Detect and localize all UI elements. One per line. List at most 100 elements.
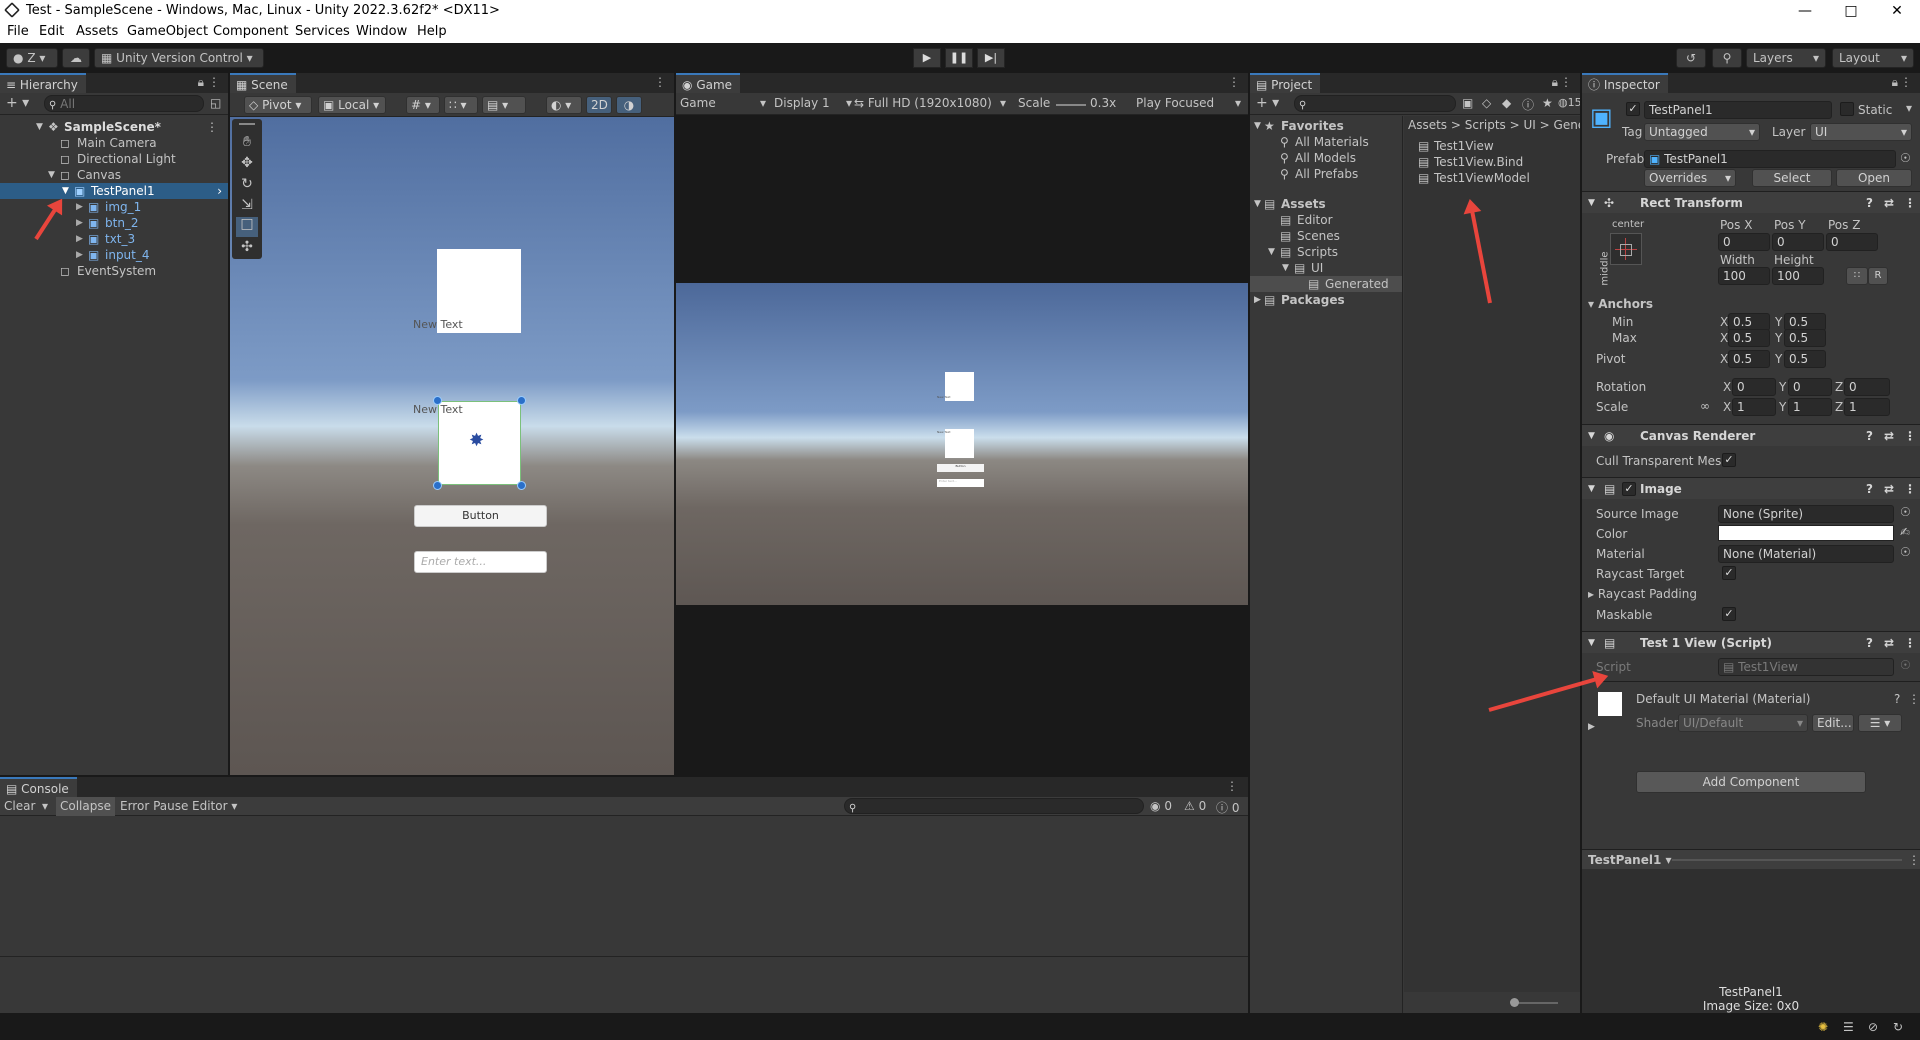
error-filter-button[interactable]: ⓘ 0 — [1216, 799, 1239, 816]
cloud-button[interactable]: ☁ — [62, 48, 90, 68]
kebab-menu-icon[interactable]: ⋮ — [1908, 692, 1920, 706]
breadcrumb-assets[interactable]: Assets — [1408, 118, 1447, 132]
search-by-type-icon[interactable]: ▣ — [1462, 96, 1473, 110]
tab-game[interactable]: ◉ Game — [676, 73, 741, 93]
play-button[interactable]: ▶ — [913, 48, 941, 68]
scene-visibility-icon[interactable]: ◱ — [210, 96, 221, 110]
raw-edit-button[interactable]: R — [1868, 267, 1888, 285]
no-network-icon[interactable]: ⊘ — [1868, 1020, 1878, 1034]
rect-handle[interactable] — [517, 396, 526, 405]
menu-assets[interactable]: Assets — [76, 24, 118, 39]
toggle-2d-button[interactable]: 2D — [586, 96, 612, 114]
hierarchy-item-directional-light[interactable]: ◻ Directional Light — [0, 151, 228, 167]
collapse-button[interactable]: Collapse — [56, 797, 115, 816]
scale-x-field[interactable]: 1 — [1732, 398, 1776, 416]
preset-icon[interactable]: ⇄ — [1884, 478, 1894, 500]
shader-options-dropdown[interactable]: ☰ ▾ — [1858, 714, 1902, 732]
tab-console[interactable]: ▤ Console — [0, 777, 77, 797]
breadcrumb-generated[interactable]: Gene — [1554, 118, 1580, 132]
anchors-foldout[interactable]: ▾ Anchors — [1588, 297, 1653, 311]
file-test1view[interactable]: ▤ Test1View — [1404, 138, 1580, 154]
layout-dropdown[interactable]: Layout ▾ — [1832, 48, 1914, 68]
folder-scenes[interactable]: ▤ Scenes — [1250, 228, 1402, 244]
tag-icon[interactable]: ◆ — [1502, 96, 1511, 110]
color-swatch[interactable] — [1718, 525, 1894, 541]
maskable-checkbox[interactable]: ✓ — [1722, 607, 1736, 621]
breadcrumb-ui[interactable]: UI — [1524, 118, 1536, 132]
shader-dropdown[interactable]: UI/Default ▾ — [1678, 714, 1808, 732]
test1view-script-header[interactable]: ▼ ▤ Test 1 View (Script) ? ⇄ ⋮ — [1582, 631, 1920, 653]
snap-increment-dropdown[interactable]: ∷ ▾ — [444, 96, 478, 114]
hierarchy-item-canvas[interactable]: ▼ ◻ Canvas — [0, 167, 228, 183]
hierarchy-item-testpanel1[interactable]: ▼ ▣ TestPanel1 › — [0, 183, 228, 199]
kebab-menu-icon[interactable]: ⋮ — [1904, 478, 1916, 500]
menu-component[interactable]: Component — [213, 24, 288, 39]
hierarchy-item-eventsystem[interactable]: ◻ EventSystem — [0, 263, 228, 279]
slider-thumb[interactable] — [1510, 998, 1519, 1007]
preset-icon[interactable]: ⇄ — [1884, 425, 1894, 447]
project-search-input[interactable]: ⚲ — [1294, 95, 1456, 112]
preset-icon[interactable]: ⇄ — [1884, 632, 1894, 654]
add-component-button[interactable]: Add Component — [1636, 771, 1866, 793]
width-field[interactable]: 100 — [1718, 267, 1770, 285]
help-icon[interactable]: ? — [1866, 478, 1873, 500]
menu-help[interactable]: Help — [417, 24, 447, 39]
info-icon[interactable]: ⓘ — [1522, 96, 1534, 113]
version-control-dropdown[interactable]: ▦ Unity Version Control ▾ — [94, 48, 264, 68]
hand-tool-icon[interactable]: ✋︎ — [237, 135, 257, 149]
pivot-gizmo-icon[interactable]: ✸ — [469, 432, 484, 450]
lock-icon[interactable]: 🔒︎ — [1552, 75, 1558, 90]
search-button[interactable]: ⚲ — [1712, 48, 1742, 68]
console-search-input[interactable]: ⚲ — [844, 798, 1144, 814]
tab-scene[interactable]: ▦ Scene — [230, 73, 296, 93]
file-test1view-bind[interactable]: ▤ Test1View.Bind — [1404, 154, 1580, 170]
tab-project[interactable]: ▤ Project — [1250, 73, 1321, 93]
create-button[interactable]: + ▾ — [1256, 95, 1279, 111]
active-checkbox[interactable]: ✓ — [1626, 102, 1640, 116]
hierarchy-item-txt3[interactable]: ▶ ▣ txt_3 — [0, 231, 228, 247]
hierarchy-item-input4[interactable]: ▶ ▣ input_4 — [0, 247, 228, 263]
console-splitter[interactable] — [0, 956, 1248, 957]
lighting-toggle[interactable]: ◑ — [616, 96, 642, 114]
kebab-menu-icon[interactable]: ⋮ — [1228, 75, 1240, 89]
kebab-menu-icon[interactable]: ⋮ — [1908, 853, 1920, 867]
layer-dropdown[interactable]: UI ▾ — [1810, 123, 1912, 141]
kebab-menu-icon[interactable]: ⋮ — [1904, 632, 1916, 654]
posz-field[interactable]: 0 — [1826, 233, 1878, 251]
object-picker-icon[interactable]: ☉ — [1900, 545, 1911, 559]
editor-dropdown[interactable]: Editor ▾ — [192, 799, 237, 813]
favorite-all-prefabs[interactable]: ⚲ All Prefabs — [1250, 166, 1402, 182]
height-field[interactable]: 100 — [1772, 267, 1824, 285]
anchor-presets-button[interactable] — [1610, 233, 1642, 265]
add-button[interactable]: + ▾ — [6, 95, 29, 111]
shading-dropdown[interactable]: ◐ ▾ — [546, 96, 582, 114]
scale-slider[interactable] — [1056, 104, 1086, 106]
game-view-dropdown[interactable]: Game ▾ — [680, 96, 766, 110]
rect-transform-header[interactable]: ▼ ✣ Rect Transform ? ⇄ ⋮ — [1582, 191, 1920, 213]
history-button[interactable]: ↺ — [1676, 48, 1706, 68]
menu-file[interactable]: File — [7, 24, 29, 39]
rotation-y-field[interactable]: 0 — [1788, 378, 1832, 396]
play-focused-dropdown[interactable]: Play Focused ▾ — [1136, 96, 1241, 110]
object-picker-icon[interactable]: ☉ — [1900, 151, 1911, 165]
select-prefab-button[interactable]: Select — [1752, 169, 1832, 187]
rect-handle[interactable] — [517, 481, 526, 490]
object-name-field[interactable]: TestPanel1 — [1644, 101, 1832, 119]
edit-shader-button[interactable]: Edit... — [1812, 714, 1854, 732]
maximize-button[interactable]: □ — [1828, 0, 1874, 22]
game-viewport[interactable]: New Text New Text Button Enter text... — [676, 283, 1248, 605]
hierarchy-item-btn2[interactable]: ▶ ▣ btn_2 — [0, 215, 228, 231]
material-foldout[interactable]: ▶ — [1588, 722, 1595, 732]
clear-button[interactable]: Clear — [4, 799, 35, 813]
source-image-field[interactable]: None (Sprite) — [1718, 505, 1894, 523]
menu-edit[interactable]: Edit — [39, 24, 64, 39]
grid-snap-dropdown[interactable]: # ▾ — [406, 96, 440, 114]
favorite-all-materials[interactable]: ⚲ All Materials — [1250, 134, 1402, 150]
preview-dropdown[interactable]: TestPanel1 ▾ — [1588, 853, 1672, 867]
rect-tool-icon[interactable]: □ — [236, 217, 258, 237]
image-header[interactable]: ▼ ▤ ✓ Image ? ⇄ ⋮ — [1582, 477, 1920, 499]
favorites-node[interactable]: ▼ ★ Favorites — [1250, 118, 1402, 134]
kebab-menu-icon[interactable]: ⋮ — [1560, 75, 1572, 89]
tag-dropdown[interactable]: Untagged ▾ — [1644, 123, 1760, 141]
static-dropdown-icon[interactable]: ▾ — [1906, 101, 1912, 115]
